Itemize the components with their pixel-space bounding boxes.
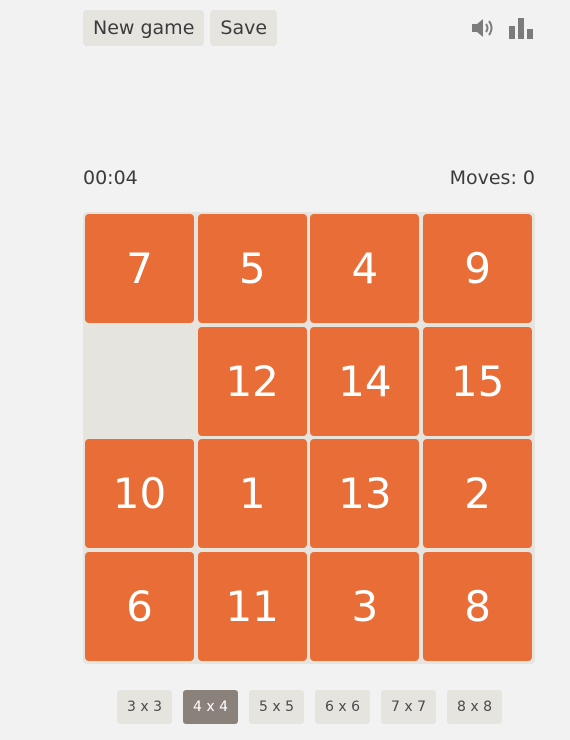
empty-slot (85, 326, 194, 436)
new-game-button[interactable]: New game (83, 10, 205, 46)
size-option-7x7[interactable]: 7 x 7 (381, 690, 436, 724)
save-button[interactable]: Save (210, 10, 278, 46)
tile-1[interactable]: 1 (197, 439, 307, 549)
tile-12[interactable]: 12 (197, 326, 307, 436)
board-size-selector: 3 x 3 4 x 4 5 x 5 6 x 6 7 x 7 8 x 8 (117, 690, 502, 724)
size-option-4x4[interactable]: 4 x 4 (183, 690, 238, 724)
tile-14[interactable]: 14 (310, 326, 420, 436)
status-bar: 00:04 Moves: 0 (83, 167, 535, 189)
tile-13[interactable]: 13 (310, 439, 420, 549)
tile-4[interactable]: 4 (310, 214, 420, 323)
sound-icon[interactable] (470, 16, 496, 40)
tile-11[interactable]: 11 (197, 552, 307, 662)
tile-6[interactable]: 6 (85, 552, 194, 662)
timer: 00:04 (83, 167, 138, 189)
tile-10[interactable]: 10 (85, 439, 194, 549)
puzzle-board: 7 5 4 9 12 14 15 10 1 13 2 6 11 3 8 (83, 212, 535, 664)
tile-5[interactable]: 5 (197, 214, 307, 323)
size-option-3x3[interactable]: 3 x 3 (117, 690, 172, 724)
tile-8[interactable]: 8 (423, 552, 533, 662)
tile-9[interactable]: 9 (423, 214, 533, 323)
toolbar-icons (470, 16, 534, 40)
toolbar: New game Save (83, 10, 278, 46)
size-option-5x5[interactable]: 5 x 5 (249, 690, 304, 724)
stats-icon[interactable] (508, 16, 534, 40)
size-option-6x6[interactable]: 6 x 6 (315, 690, 370, 724)
tile-3[interactable]: 3 (310, 552, 420, 662)
moves-counter: Moves: 0 (449, 167, 535, 189)
size-option-8x8[interactable]: 8 x 8 (447, 690, 502, 724)
tile-7[interactable]: 7 (85, 214, 194, 323)
tile-2[interactable]: 2 (423, 439, 533, 549)
tile-15[interactable]: 15 (423, 326, 533, 436)
